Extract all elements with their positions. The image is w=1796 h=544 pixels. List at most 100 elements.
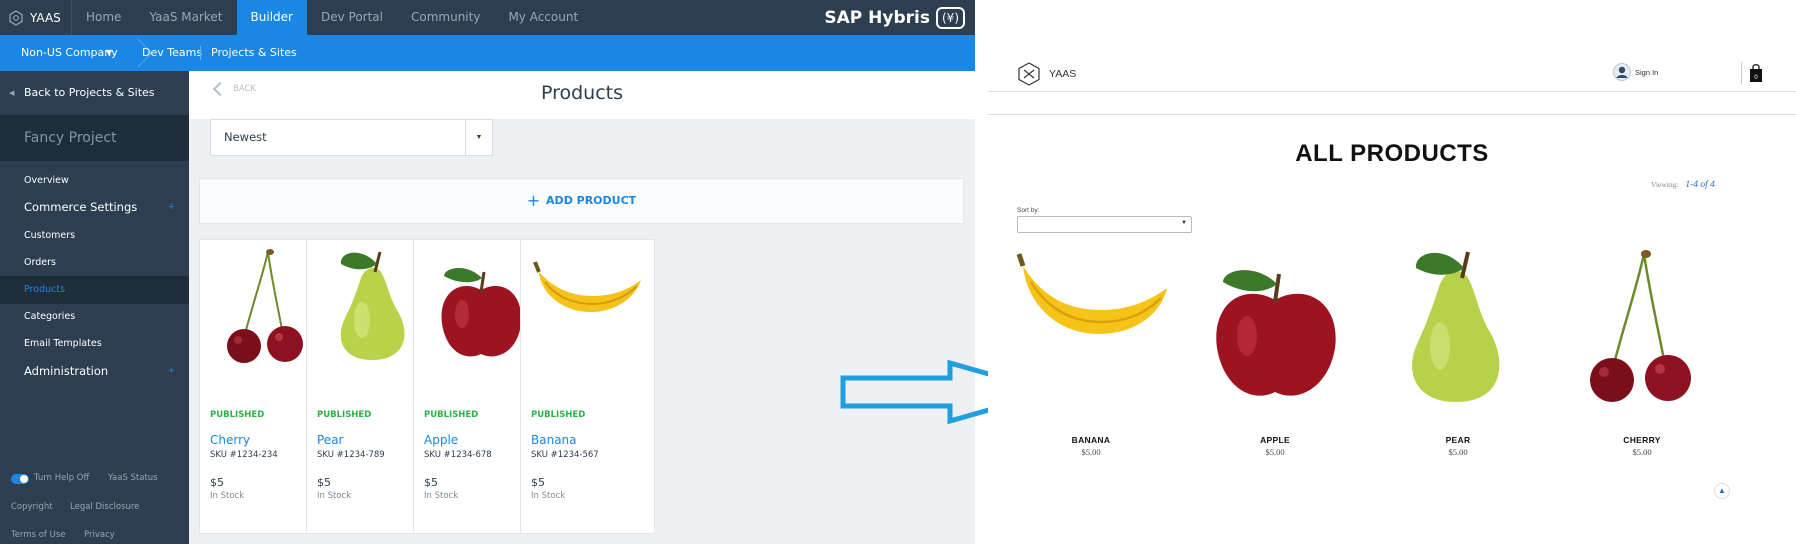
sort-value: Newest	[224, 130, 267, 144]
sign-in-link[interactable]: Sign In	[1613, 63, 1658, 81]
back-to-projects-label: Back to Projects & Sites	[24, 86, 155, 99]
sidebar-item-administration[interactable]: Administration +	[0, 357, 189, 385]
nav-home[interactable]: Home	[72, 0, 135, 35]
expand-plus-icon[interactable]: +	[167, 357, 175, 385]
copyright-link[interactable]: Copyright	[11, 502, 53, 512]
caret-down-icon[interactable]: ▼	[106, 35, 112, 71]
sort-dropdown[interactable]: ▼	[1017, 216, 1192, 233]
product-sku: SKU #1234-789	[317, 450, 385, 460]
caret-down-icon[interactable]: ▼	[465, 120, 492, 155]
breadcrumb-projects-sites[interactable]: Projects & Sites	[211, 35, 297, 71]
help-toggle-label: Turn Help Off	[34, 473, 90, 483]
storefront: YAAS Sign In 0 ALL PRODUCTS Viewing: 1-4…	[988, 0, 1796, 544]
shopping-bag-icon[interactable]: 0	[1749, 63, 1763, 83]
stock-status: In Stock	[424, 491, 459, 501]
chevron-left-icon: ◀	[9, 89, 15, 97]
cherry-image	[1590, 250, 1691, 402]
help-toggle[interactable]	[11, 474, 29, 484]
chevron-up-icon[interactable]: ▲	[1714, 483, 1730, 499]
status-badge: PUBLISHED	[424, 410, 479, 420]
main-nav: Home YaaS Market Builder Dev Portal Comm…	[72, 0, 592, 35]
page-title: ALL PRODUCTS	[1295, 140, 1489, 167]
sap-hybris-brand: SAP Hybris (¥)	[824, 0, 965, 35]
back-to-projects-link[interactable]: ◀ Back to Projects & Sites	[0, 71, 189, 115]
nav-dev-portal[interactable]: Dev Portal	[307, 0, 397, 35]
top-navigation: YAAS Home YaaS Market Builder Dev Portal…	[0, 0, 975, 35]
product-tile[interactable]: APPLE $5.00	[1195, 238, 1355, 457]
status-badge: PUBLISHED	[210, 410, 265, 420]
add-product-label: ADD PRODUCT	[546, 194, 637, 207]
sort-label: Sort by:	[1017, 207, 1040, 214]
user-avatar-icon	[1613, 63, 1631, 81]
product-tile[interactable]: CHERRY $5.00	[1562, 238, 1722, 457]
store-header: YAAS Sign In 0	[988, 60, 1796, 92]
nav-builder[interactable]: Builder	[236, 0, 307, 35]
header-divider	[1741, 62, 1742, 84]
product-price: $5.00	[1632, 447, 1652, 457]
company-selector[interactable]: Non-US Company	[21, 35, 118, 71]
viewing-label: Viewing:	[1651, 180, 1679, 189]
project-title: Fancy Project	[0, 115, 189, 161]
plus-icon: +	[526, 191, 541, 210]
stock-status: In Stock	[210, 491, 245, 501]
product-name[interactable]: APPLE	[1195, 435, 1355, 445]
breadcrumb-dev-teams[interactable]: Dev Teams	[142, 35, 202, 71]
sidebar-footer: Turn Help Off YaaS Status Copyright Lega…	[0, 462, 189, 544]
sidebar-item-label: Commerce Settings	[24, 200, 138, 214]
expand-plus-icon[interactable]: +	[167, 193, 175, 221]
product-price: $5.00	[1448, 447, 1468, 457]
hexagon-logo-icon	[1018, 62, 1040, 86]
sidebar-item-products[interactable]: Products	[0, 276, 189, 304]
sort-dropdown[interactable]: Newest ▼	[210, 119, 493, 156]
breadcrumb-separator	[200, 46, 201, 60]
product-name[interactable]: PEAR	[1378, 435, 1538, 445]
product-price: $5	[317, 476, 331, 489]
sidebar-item-categories[interactable]: Categories	[0, 303, 189, 331]
store-logo-text: YAAS	[1049, 68, 1077, 80]
store-logo[interactable]: YAAS	[1017, 60, 1076, 88]
viewing-count: Viewing: 1-4 of 4	[1651, 180, 1715, 190]
nav-my-account[interactable]: My Account	[494, 0, 592, 35]
product-tile[interactable]: PEAR $5.00	[1378, 238, 1538, 457]
product-name-link[interactable]: Banana	[531, 433, 577, 447]
product-name[interactable]: CHERRY	[1562, 435, 1722, 445]
yaas-logo[interactable]: YAAS	[0, 0, 72, 35]
add-product-button[interactable]: + ADD PRODUCT	[199, 178, 964, 224]
product-name-link[interactable]: Pear	[317, 433, 343, 447]
logo-text: YAAS	[30, 10, 61, 25]
product-price: $5	[210, 476, 224, 489]
sidebar: ◀ Back to Projects & Sites Fancy Project…	[0, 71, 189, 544]
sidebar-item-orders[interactable]: Orders	[0, 249, 189, 277]
legal-disclosure-link[interactable]: Legal Disclosure	[70, 502, 139, 512]
brand-name: SAP Hybris	[824, 7, 930, 28]
sign-in-label: Sign In	[1635, 67, 1659, 77]
header-rule	[988, 114, 1796, 115]
product-card[interactable]: PUBLISHED Banana SKU #1234-567 $5 In Sto…	[520, 239, 655, 534]
hexagon-logo-icon	[9, 9, 23, 26]
breadcrumb: Non-US Company ▼ Dev Teams Projects & Si…	[0, 35, 975, 71]
screenshot-root: YAAS Home YaaS Market Builder Dev Portal…	[0, 0, 1796, 544]
product-price: $5.00	[1081, 447, 1101, 457]
nav-community[interactable]: Community	[397, 0, 494, 35]
privacy-link[interactable]: Privacy	[84, 530, 115, 540]
sidebar-item-email-templates[interactable]: Email Templates	[0, 330, 189, 358]
sidebar-item-customers[interactable]: Customers	[0, 222, 189, 250]
product-price: $5	[531, 476, 545, 489]
terms-of-use-link[interactable]: Terms of Use	[11, 530, 66, 540]
product-name-link[interactable]: Apple	[424, 433, 458, 447]
product-price: $5	[424, 476, 438, 489]
apple-image	[1216, 270, 1336, 396]
sidebar-item-commerce-settings[interactable]: Commerce Settings +	[0, 193, 189, 221]
product-name-link[interactable]: Cherry	[210, 433, 250, 447]
product-sku: SKU #1234-567	[531, 450, 599, 460]
banana-image	[533, 261, 641, 312]
yaas-status-link[interactable]: YaaS Status	[108, 473, 158, 483]
sidebar-item-overview[interactable]: Overview	[0, 167, 189, 195]
banana-image	[1016, 253, 1167, 334]
sidebar-item-label: Administration	[24, 364, 109, 378]
nav-yaas-market[interactable]: YaaS Market	[135, 0, 236, 35]
pear-image	[1412, 251, 1500, 402]
status-badge: PUBLISHED	[531, 410, 586, 420]
product-tile[interactable]: BANANA $5.00	[1011, 238, 1171, 457]
product-name[interactable]: BANANA	[1011, 435, 1171, 445]
